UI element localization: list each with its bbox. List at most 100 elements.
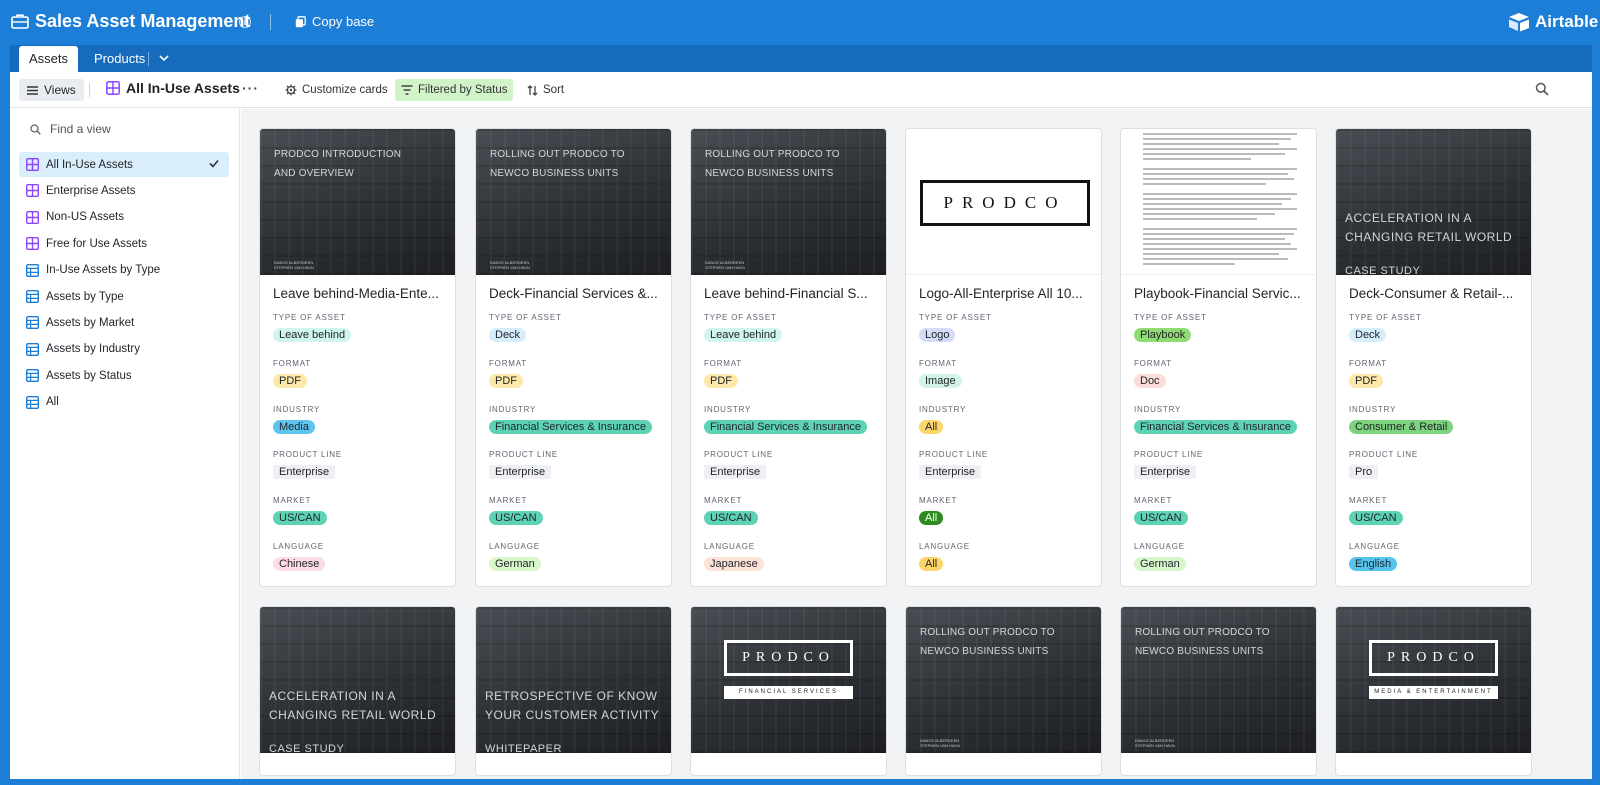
product-line-tag: Enterprise (704, 465, 767, 480)
thumbnail-title: ACCELERATION IN A CHANGING RETAIL WORLD (269, 689, 437, 722)
document-line (1143, 243, 1291, 245)
market-tag: US/CAN (489, 511, 543, 526)
more-options-button[interactable]: ··· (242, 80, 259, 96)
field-label-language: LANGUAGE (273, 542, 324, 551)
document-line (1143, 138, 1291, 140)
format-tag: PDF (489, 373, 523, 388)
field-label-product-line: PRODUCT LINE (1134, 450, 1204, 460)
format-tag: Image (919, 373, 962, 388)
view-item-assets-by-industry[interactable]: Assets by Industry (19, 337, 229, 362)
asset-card[interactable]: ROLLING OUT PRODCO TO NEWCO BUSINESS UNI… (690, 128, 887, 587)
current-view-name[interactable]: All In-Use Assets (106, 80, 240, 96)
field-label-type: TYPE OF ASSET (1349, 313, 1422, 322)
field-label-industry: INDUSTRY (1134, 404, 1182, 414)
asset-card[interactable]: PRODCO Logo-All-Enterprise All 10... TYPE … (905, 128, 1102, 587)
asset-card[interactable]: PRODCO FINANCIAL SERVICES (690, 606, 887, 776)
view-item-non-us-assets[interactable]: Non-US Assets (19, 205, 229, 230)
asset-thumbnail: ROLLING OUT PRODCO TO NEWCO BUSINESS UNI… (906, 607, 1101, 753)
chevron-down-icon[interactable] (158, 53, 170, 63)
document-line (1143, 173, 1288, 175)
asset-card[interactable]: RETROSPECTIVE OF KNOW YOUR CUSTOMER ACTI… (475, 606, 672, 776)
asset-card[interactable]: Playbook-Financial Servic... TYPE OF ASSE… (1120, 128, 1317, 587)
view-item-assets-by-market[interactable]: Assets by Market (19, 310, 229, 335)
sort-button[interactable]: Sort (521, 79, 570, 101)
asset-thumbnail: PRODCO FINANCIAL SERVICES (691, 607, 886, 753)
search-icon (30, 123, 41, 135)
customize-cards-button[interactable]: Customize cards (279, 79, 394, 101)
field-label-industry: INDUSTRY (704, 404, 752, 414)
document-line (1143, 208, 1297, 210)
view-item-all-in-use-assets[interactable]: All In-Use Assets (19, 152, 229, 177)
field-label-market: MARKET (273, 496, 312, 506)
field-label-type: TYPE OF ASSET (704, 313, 777, 322)
card-title: Leave behind-Media-Ente... (273, 286, 439, 301)
format-tag: PDF (704, 373, 738, 388)
view-item-assets-by-type[interactable]: Assets by Type (19, 284, 229, 309)
view-item-in-use-assets-by-type[interactable]: In-Use Assets by Type (19, 258, 229, 283)
view-item-enterprise-assets[interactable]: Enterprise Assets (19, 178, 229, 203)
find-view-input[interactable]: Find a view (24, 117, 222, 141)
asset-card[interactable]: ACCELERATION IN A CHANGING RETAIL WORLD C… (1335, 128, 1532, 587)
divider (148, 52, 149, 66)
type-tag: Deck (489, 328, 527, 342)
product-line-tag: Enterprise (1134, 465, 1197, 480)
document-line (1143, 263, 1236, 265)
brand-name: Airtable (1535, 12, 1599, 31)
document-line (1143, 248, 1297, 250)
filter-button[interactable]: Filtered by Status (395, 79, 514, 101)
asset-card[interactable]: PRODCO MEDIA & ENTERTAINMENT (1335, 606, 1532, 776)
thumbnail-title: PRODCO INTRODUCTION AND OVERVIEW (274, 149, 402, 179)
prodco-logo: PRODCO (920, 180, 1090, 226)
tab-products[interactable]: Products (84, 46, 155, 72)
view-item-all[interactable]: All (19, 390, 229, 415)
asset-card[interactable]: ROLLING OUT PRODCO TO NEWCO BUSINESS UNI… (475, 128, 672, 587)
main-panel: Views All In-Use Assets ··· Customize ca… (10, 72, 1592, 779)
thumbnail-title: RETROSPECTIVE OF KNOW YOUR CUSTOMER ACTI… (485, 689, 660, 722)
copy-base-button[interactable]: Copy base (295, 14, 374, 29)
view-item-label: Enterprise Assets (46, 184, 136, 197)
view-item-free-for-use-assets[interactable]: Free for Use Assets (19, 231, 229, 256)
search-icon[interactable] (1535, 82, 1549, 96)
document-line (1143, 238, 1285, 240)
grid-view-icon (26, 369, 39, 383)
asset-card[interactable]: ROLLING OUT PRODCO TO NEWCO BUSINESS UNI… (905, 606, 1102, 776)
base-title[interactable]: Sales Asset Management (35, 11, 250, 32)
view-item-label: Assets by Market (46, 316, 135, 329)
airtable-logo[interactable]: Airtable (1508, 12, 1598, 32)
document-line (1143, 233, 1294, 235)
grid-view-icon (26, 395, 39, 409)
card-title: Deck-Financial Services &... (489, 286, 658, 301)
thumbnail-authors: DANCE ALBERDEEN STEPHEN VAN HAVN (274, 260, 314, 270)
field-label-industry: INDUSTRY (919, 404, 967, 414)
tab-assets[interactable]: Assets (19, 46, 79, 72)
type-tag: Deck (1349, 328, 1387, 342)
language-tag: German (489, 557, 541, 571)
view-item-label: Non-US Assets (46, 211, 124, 224)
field-label-market: MARKET (489, 496, 528, 506)
gallery-view-icon (26, 237, 39, 251)
field-label-language: LANGUAGE (919, 542, 970, 551)
field-label-market: MARKET (704, 496, 743, 506)
field-label-format: FORMAT (1134, 358, 1172, 368)
field-label-product-line: PRODUCT LINE (919, 450, 989, 460)
view-toolbar: Views All In-Use Assets ··· Customize ca… (10, 72, 1592, 108)
industry-tag: Financial Services & Insurance (704, 419, 868, 434)
field-label-industry: INDUSTRY (273, 404, 321, 414)
views-button[interactable]: Views (19, 79, 84, 101)
info-icon[interactable]: i (239, 16, 251, 28)
language-tag: German (1134, 557, 1186, 571)
field-label-format: FORMAT (919, 358, 957, 368)
asset-card[interactable]: ROLLING OUT PRODCO TO NEWCO BUSINESS UNI… (1120, 606, 1317, 776)
grid-view-icon (26, 342, 39, 356)
thumbnail-authors: DANCE ALBERDEEN STEPHEN VAN HAVN (1135, 738, 1175, 748)
gallery-view-icon (26, 210, 39, 224)
asset-card[interactable]: PRODCO INTRODUCTION AND OVERVIEW DANCE AL… (259, 128, 456, 587)
asset-card[interactable]: ACCELERATION IN A CHANGING RETAIL WORLD C… (259, 606, 456, 776)
asset-thumbnail: ROLLING OUT PRODCO TO NEWCO BUSINESS UNI… (476, 129, 671, 275)
field-label-product-line: PRODUCT LINE (704, 450, 774, 460)
thumbnail-subtitle: WHITEPAPER (485, 743, 562, 753)
view-item-label: Assets by Industry (46, 343, 140, 356)
view-item-assets-by-status[interactable]: Assets by Status (19, 363, 229, 388)
views-sidebar: Find a view All In-Use Assets Enterprise … (10, 109, 240, 779)
